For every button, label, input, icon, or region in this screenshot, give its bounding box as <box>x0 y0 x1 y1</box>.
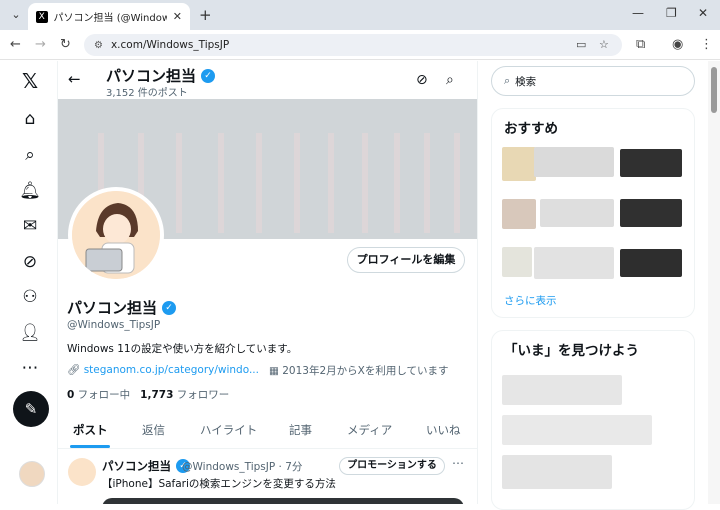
profile-name: パソコン担当 ✓ <box>67 297 177 318</box>
trend-item[interactable] <box>502 375 622 405</box>
post-count: 3,152 件のポスト <box>106 88 188 99</box>
profile-handle: @Windows_TipsJP <box>67 319 161 331</box>
cast-icon[interactable]: ▭ <box>576 38 586 51</box>
link-icon: 🔗︎ <box>67 364 81 376</box>
close-tab-icon[interactable]: ✕ <box>173 10 182 23</box>
account-icon[interactable]: ◉ <box>672 37 683 52</box>
profile-bio: Windows 11の設定や使い方を紹介しています。 <box>67 343 298 355</box>
profile-header-bar: ← パソコン担当 ✓ 3,152 件のポスト ⊘ ⌕ <box>58 61 477 99</box>
post-item[interactable]: パソコン担当 ✓ @Windows_TipsJP · 7分 プロモーションする ⋯… <box>58 450 477 504</box>
tab-replies[interactable]: 返信 <box>142 422 165 438</box>
tab-highlights[interactable]: ハイライト <box>200 422 257 438</box>
profile-column: ← パソコン担当 ✓ 3,152 件のポスト ⊘ ⌕ プロフィールを編集 パソコン… <box>58 61 478 504</box>
reload-icon[interactable]: ↻ <box>60 37 71 52</box>
back-icon[interactable]: ← <box>10 37 21 52</box>
menu-icon[interactable]: ⋮ <box>700 37 713 52</box>
post-author-name[interactable]: パソコン担当 ✓ <box>102 458 190 474</box>
compose-post-button[interactable]: ✎ <box>13 391 49 427</box>
followers-link[interactable]: 1,773 フォロワー <box>140 387 229 402</box>
trends-card: 「いま」を見つけよう <box>491 330 695 510</box>
edit-profile-button[interactable]: プロフィールを編集 <box>347 247 465 273</box>
header-name: パソコン担当 ✓ <box>106 65 216 86</box>
suggested-name[interactable] <box>534 147 614 177</box>
post-more-icon[interactable]: ⋯ <box>452 456 464 470</box>
more-icon[interactable]: ⋯ <box>19 357 41 379</box>
extensions-icon[interactable]: ⧉ <box>636 37 645 52</box>
tab-articles[interactable]: 記事 <box>289 422 312 438</box>
grok-icon[interactable]: ⊘ <box>19 251 41 273</box>
follow-button[interactable] <box>620 149 682 177</box>
left-navigation: 𝕏 ⌂ ⌕ 🔔︎ ✉ ⊘ ⚇ 👤︎ ⋯ ✎ <box>0 61 58 504</box>
verified-badge-icon: ✓ <box>162 300 177 315</box>
communities-icon[interactable]: ⚇ <box>19 286 41 308</box>
suggested-avatar[interactable] <box>502 247 532 277</box>
home-icon[interactable]: ⌂ <box>19 108 41 130</box>
search-input[interactable]: ⌕ 検索 <box>491 66 695 96</box>
joined-date: 2013年2月からXを利用しています <box>282 365 449 377</box>
profile-website-link[interactable]: steganom.co.jp/category/windo... <box>84 364 259 376</box>
forward-icon[interactable]: → <box>35 37 46 52</box>
calendar-icon: ▦ <box>268 365 279 377</box>
recommend-title: おすすめ <box>504 121 558 137</box>
browser-tabstrip: ⌄ X パソコン担当 (@Windows_TipsJP) ✕ + — ❐ ✕ <box>0 0 720 30</box>
profile-icon[interactable]: 👤︎ <box>19 322 41 344</box>
show-more-link[interactable]: さらに表示 <box>504 293 557 308</box>
omnibox[interactable]: ⚙ x.com/Windows_TipsJP ▭ ☆ <box>84 34 622 56</box>
follow-stats: 0 フォロー中 1,773 フォロワー <box>67 387 229 402</box>
profile-meta: 🔗︎ steganom.co.jp/category/windo... ▦ 20… <box>67 363 449 378</box>
suggested-name[interactable] <box>534 247 614 279</box>
suggested-avatar[interactable] <box>502 199 536 229</box>
minimize-icon[interactable]: — <box>632 6 644 20</box>
verified-badge-icon: ✓ <box>201 68 216 83</box>
browser-tab[interactable]: X パソコン担当 (@Windows_TipsJP) ✕ <box>28 3 190 30</box>
promote-button[interactable]: プロモーションする <box>339 457 445 475</box>
messages-icon[interactable]: ✉ <box>19 215 41 237</box>
search-icon[interactable]: ⌕ <box>446 72 454 88</box>
trend-item[interactable] <box>502 455 612 489</box>
profile-tabs: ポスト 返信 ハイライト 記事 メディア いいね <box>58 411 477 449</box>
tab-media[interactable]: メディア <box>347 422 392 438</box>
explore-icon[interactable]: ⌕ <box>19 144 41 166</box>
follow-button[interactable] <box>620 199 682 227</box>
grok-icon[interactable]: ⊘ <box>416 72 428 88</box>
site-info-icon[interactable]: ⚙ <box>94 40 103 51</box>
url-text: x.com/Windows_TipsJP <box>110 39 230 51</box>
scrollbar-thumb[interactable] <box>711 67 717 113</box>
page-scrollbar[interactable] <box>708 61 720 504</box>
profile-avatar[interactable] <box>68 187 164 283</box>
post-text: 【iPhone】Safariの検索エンジンを変更する方法 <box>102 478 336 490</box>
tab-title: パソコン担当 (@Windows_TipsJP) <box>53 13 167 24</box>
new-tab-icon[interactable]: + <box>199 6 212 24</box>
x-logo-icon[interactable]: 𝕏 <box>19 70 41 92</box>
bookmark-star-icon[interactable]: ☆ <box>599 38 609 51</box>
follow-button[interactable] <box>620 249 682 277</box>
search-placeholder: 検索 <box>515 75 537 88</box>
address-bar-row: ← → ↻ ⚙ x.com/Windows_TipsJP ▭ ☆ ⧉ ◉ ⋮ <box>0 30 720 60</box>
post-media[interactable] <box>102 498 464 504</box>
notifications-icon[interactable]: 🔔︎ <box>19 180 41 202</box>
post-meta: @Windows_TipsJP · 7分 <box>182 461 303 473</box>
x-favicon-icon: X <box>36 10 48 23</box>
suggested-avatar[interactable] <box>502 147 536 181</box>
trend-item[interactable] <box>502 415 652 445</box>
suggested-name[interactable] <box>540 199 614 227</box>
post-avatar[interactable] <box>68 458 96 486</box>
account-avatar[interactable] <box>19 461 45 487</box>
search-icon: ⌕ <box>504 74 511 87</box>
tab-search-icon[interactable]: ⌄ <box>8 7 24 23</box>
back-arrow-icon[interactable]: ← <box>68 70 81 88</box>
maximize-icon[interactable]: ❐ <box>666 6 677 20</box>
active-tab-indicator <box>70 445 110 448</box>
tab-likes[interactable]: いいね <box>426 422 461 438</box>
close-window-icon[interactable]: ✕ <box>698 6 708 20</box>
tab-posts[interactable]: ポスト <box>73 422 108 438</box>
trends-title: 「いま」を見つけよう <box>504 343 639 359</box>
following-link[interactable]: 0 フォロー中 <box>67 387 130 402</box>
who-to-follow-card: おすすめ さらに表示 <box>491 108 695 318</box>
